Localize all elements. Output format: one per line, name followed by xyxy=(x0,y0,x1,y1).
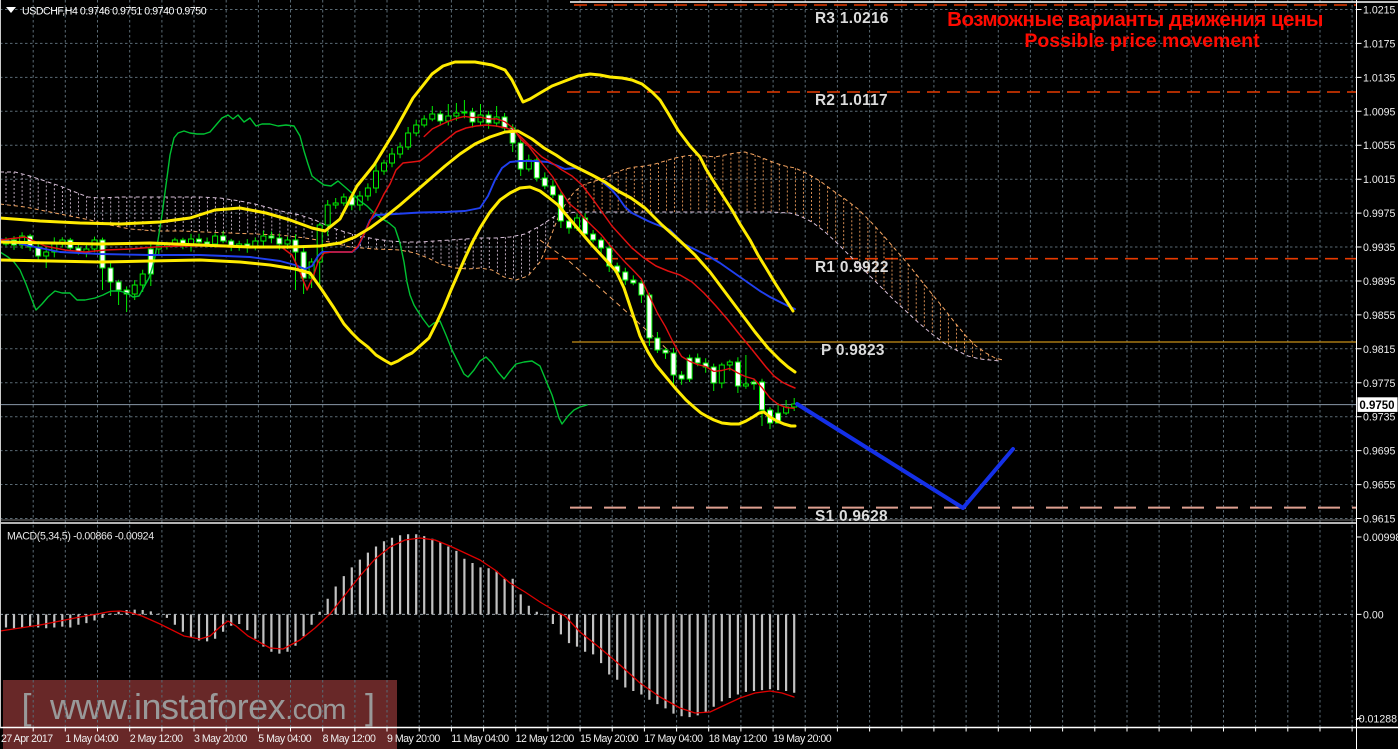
svg-text:1.0095: 1.0095 xyxy=(1363,106,1396,118)
svg-text:P 0.9823: P 0.9823 xyxy=(821,342,885,359)
svg-text:0.9855: 0.9855 xyxy=(1363,310,1396,322)
svg-text:0.9695: 0.9695 xyxy=(1363,446,1396,458)
svg-text:0.9775: 0.9775 xyxy=(1363,378,1396,390)
svg-text:S1 0.9628: S1 0.9628 xyxy=(815,508,888,525)
svg-text:1.0055: 1.0055 xyxy=(1363,140,1396,152)
svg-text:15 May 20:00: 15 May 20:00 xyxy=(580,733,639,745)
svg-text:12 May 12:00: 12 May 12:00 xyxy=(516,733,575,745)
svg-text:19 May 20:00: 19 May 20:00 xyxy=(773,733,832,745)
svg-text:11 May 04:00: 11 May 04:00 xyxy=(451,733,509,745)
svg-text:0.00: 0.00 xyxy=(1363,609,1384,621)
svg-text:0.9895: 0.9895 xyxy=(1363,276,1396,288)
svg-text:0.9935: 0.9935 xyxy=(1363,242,1396,254)
svg-text:27 Apr 2017: 27 Apr 2017 xyxy=(1,733,53,745)
svg-text:1.0015: 1.0015 xyxy=(1363,174,1396,186)
svg-text:0.9975: 0.9975 xyxy=(1363,208,1396,220)
svg-text:0.9735: 0.9735 xyxy=(1363,412,1396,424)
svg-text:0.9815: 0.9815 xyxy=(1363,344,1396,356)
svg-text:3 May 20:00: 3 May 20:00 xyxy=(194,733,247,745)
svg-text:0.9750: 0.9750 xyxy=(1359,400,1394,412)
svg-text:1 May 04:00: 1 May 04:00 xyxy=(65,733,118,745)
svg-text:R2 1.0117: R2 1.0117 xyxy=(815,92,888,109)
svg-text:USDCHF,H4 0.9746 0.9751 0.974: USDCHF,H4 0.9746 0.9751 0.9740 0.9750 xyxy=(22,6,207,18)
svg-text:0.9615: 0.9615 xyxy=(1363,514,1396,526)
svg-text:1.0135: 1.0135 xyxy=(1363,72,1396,84)
svg-text:0.00998: 0.00998 xyxy=(1363,532,1398,544)
svg-text:0.9655: 0.9655 xyxy=(1363,480,1396,492)
svg-text:5 May 04:00: 5 May 04:00 xyxy=(258,733,311,745)
svg-text:-0.01288: -0.01288 xyxy=(1355,714,1397,726)
svg-text:Possible price movement: Possible price movement xyxy=(1024,30,1260,52)
svg-text:R1 0.9922: R1 0.9922 xyxy=(815,259,889,276)
svg-text:17 May 04:00: 17 May 04:00 xyxy=(644,733,703,745)
svg-text:8 May 12:00: 8 May 12:00 xyxy=(323,733,376,745)
svg-text:R3 1.0216: R3 1.0216 xyxy=(815,10,889,27)
svg-text:Возможные варианты движения це: Возможные варианты движения цены xyxy=(947,8,1323,31)
svg-text:1.0175: 1.0175 xyxy=(1363,38,1396,50)
svg-text:2 May 12:00: 2 May 12:00 xyxy=(130,733,183,745)
svg-text:MACD(5,34,5) -0.00866 -0.00924: MACD(5,34,5) -0.00866 -0.00924 xyxy=(7,531,154,543)
svg-text:18 May 12:00: 18 May 12:00 xyxy=(709,733,768,745)
svg-text:9 May 20:00: 9 May 20:00 xyxy=(387,733,440,745)
svg-text:1.0215: 1.0215 xyxy=(1363,5,1396,17)
